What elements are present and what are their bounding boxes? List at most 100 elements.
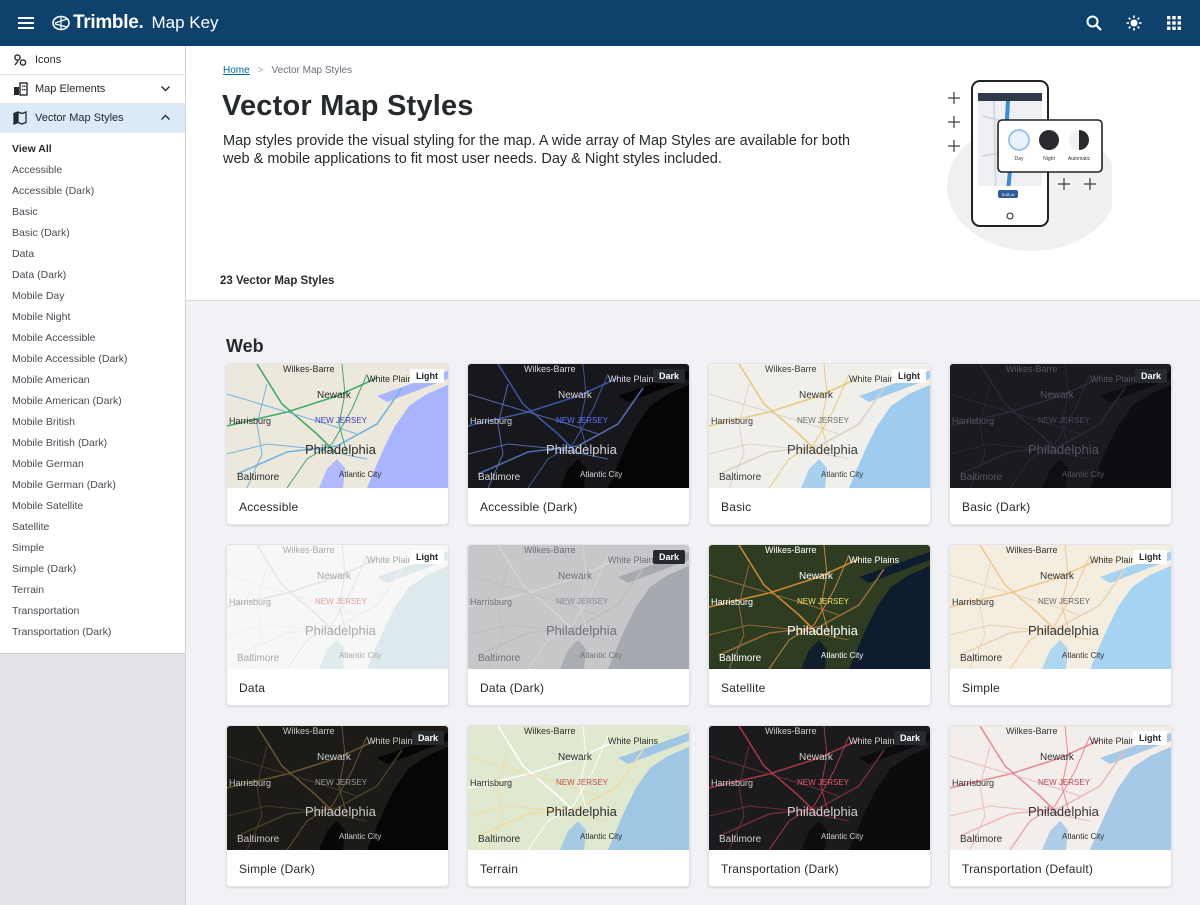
map-label: Atlantic City (339, 651, 382, 660)
sidebar-subitem[interactable]: Mobile Day (0, 286, 185, 307)
search-button[interactable] (1074, 0, 1114, 46)
sidebar-subitem[interactable]: Mobile German (0, 454, 185, 475)
map-label: Atlantic City (821, 651, 864, 660)
map-label: Newark (317, 752, 351, 763)
map-style-card-title: Data (Dark) (480, 681, 545, 695)
sidebar-item-vector-map-styles[interactable]: Vector Map Styles (0, 104, 185, 133)
trimble-logo: Trimble. (52, 12, 144, 34)
sidebar-subitem[interactable]: Accessible (0, 160, 185, 181)
map-label: Baltimore (960, 472, 1003, 483)
theme-toggle-button[interactable] (1114, 0, 1154, 46)
sidebar-subitem[interactable]: Mobile Accessible (Dark) (0, 349, 185, 370)
map-label: Newark (558, 571, 592, 582)
map-label: Wilkes-Barre (283, 726, 335, 736)
sidebar-subitem[interactable]: Mobile Night (0, 307, 185, 328)
map-style-card[interactable]: Wilkes-Barre White Plains Newark Harrisburg… (226, 544, 449, 706)
sidebar-subitem[interactable]: View All (0, 139, 185, 160)
map-style-card[interactable]: Wilkes-Barre White Plains Newark Harrisburg… (226, 363, 449, 525)
breadcrumb-separator: > (257, 65, 264, 76)
sidebar-panel: Icons Map Elements Vector Map Styles Vie… (0, 46, 185, 654)
map-label: Harrisburg (711, 778, 754, 788)
sidebar-item-map-elements[interactable]: Map Elements (0, 75, 185, 104)
sidebar-subitem[interactable]: Basic (0, 202, 185, 223)
map-label: Newark (317, 571, 351, 582)
sidebar-item-label: Map Elements (35, 83, 106, 95)
map-style-card-title: Basic (Dark) (962, 500, 1031, 514)
map-label: Atlantic City (821, 832, 864, 841)
map-label: White Plains (1090, 374, 1141, 384)
breadcrumb-home-link[interactable]: Home (223, 65, 250, 76)
map-style-card[interactable]: Wilkes-Barre White Plains Newark Harrisburg… (467, 544, 690, 706)
sidebar-subitem[interactable]: Transportation (Dark) (0, 622, 185, 643)
theme-badge: Dark (652, 369, 685, 383)
page-title: Vector Map Styles (222, 90, 474, 122)
sidebar-subitem[interactable]: Mobile British (0, 412, 185, 433)
map-style-card-title: Accessible (239, 500, 299, 514)
map-style-card-title: Accessible (Dark) (480, 500, 578, 514)
map-label: Atlantic City (580, 470, 623, 479)
sidebar-subitem[interactable]: Mobile Accessible (0, 328, 185, 349)
map-label: Newark (317, 390, 351, 401)
sidebar-subitem[interactable]: Satellite (0, 517, 185, 538)
map-label: Baltimore (719, 653, 762, 664)
map-label: Harrisburg (470, 778, 513, 788)
map-label: Newark (1040, 571, 1074, 582)
sidebar-subitem[interactable]: Accessible (Dark) (0, 181, 185, 202)
apps-grid-icon (1167, 16, 1181, 30)
illustration-day-label: Day (1015, 156, 1024, 162)
map-label: Philadelphia (787, 442, 858, 457)
map-style-card[interactable]: Wilkes-Barre White Plains Newark Harrisburg… (467, 725, 690, 887)
sidebar-item-icons[interactable]: Icons (0, 46, 185, 75)
map-label: Philadelphia (305, 623, 376, 638)
main-content: Home > Vector Map Styles Vector Map Styl… (186, 46, 1200, 905)
sidebar-subitem[interactable]: Mobile American (Dark) (0, 391, 185, 412)
sidebar-subitem[interactable]: Mobile German (Dark) (0, 475, 185, 496)
map-label: Newark (799, 390, 833, 401)
map-label: Wilkes-Barre (524, 364, 576, 374)
map-style-thumbnail: Wilkes-Barre White Plains Newark Harrisburg… (227, 726, 448, 850)
sidebar-subitem[interactable]: Transportation (0, 601, 185, 622)
map-label: Philadelphia (305, 804, 376, 819)
map-label: NEW JERSEY (556, 778, 609, 787)
sidebar-item-label: Icons (35, 54, 62, 66)
map-label: Baltimore (478, 653, 521, 664)
map-label: White Plains (849, 736, 900, 746)
map-label: Baltimore (237, 653, 280, 664)
map-style-card-title: Terrain (480, 862, 519, 876)
sidebar-subitem[interactable]: Mobile American (0, 370, 185, 391)
map-style-card[interactable]: Wilkes-Barre White Plains Newark Harrisburg… (708, 544, 931, 706)
sidebar-subitem[interactable]: Data (0, 244, 185, 265)
map-style-card[interactable]: Wilkes-Barre White Plains Newark Harrisburg… (708, 363, 931, 525)
map-style-card[interactable]: Wilkes-Barre White Plains Newark Harrisburg… (226, 725, 449, 887)
map-style-card[interactable]: Wilkes-Barre White Plains Newark Harrisburg… (708, 725, 931, 887)
map-style-card[interactable]: Wilkes-Barre White Plains Newark Harrisburg… (467, 363, 690, 525)
menu-button[interactable] (0, 0, 52, 46)
map-label: Atlantic City (821, 470, 864, 479)
map-label: Atlantic City (1062, 832, 1105, 841)
section-heading-web: Web (226, 336, 264, 356)
map-label: Baltimore (478, 472, 521, 483)
sidebar-subitem[interactable]: Simple (Dark) (0, 559, 185, 580)
map-style-thumbnail: Wilkes-Barre White Plains Newark Harrisburg… (468, 545, 689, 669)
sidebar-subitem[interactable]: Mobile Satellite (0, 496, 185, 517)
sidebar-subitem[interactable]: Data (Dark) (0, 265, 185, 286)
styles-count-label: 23 Vector Map Styles (220, 275, 335, 287)
map-label: Baltimore (237, 472, 280, 483)
app-name: Map Key (151, 13, 219, 32)
map-style-card[interactable]: Wilkes-Barre White Plains Newark Harrisburg… (949, 725, 1172, 887)
map-label: Wilkes-Barre (1006, 364, 1058, 374)
brand[interactable]: Trimble. Map Key (52, 12, 219, 34)
map-style-thumbnail: Wilkes-Barre White Plains Newark Harrisburg… (468, 364, 689, 488)
map-label: Philadelphia (787, 623, 858, 638)
apps-button[interactable] (1154, 0, 1194, 46)
map-label: NEW JERSEY (556, 597, 609, 606)
sidebar-subitem[interactable]: Terrain (0, 580, 185, 601)
map-style-card[interactable]: Wilkes-Barre White Plains Newark Harrisburg… (949, 544, 1172, 706)
map-label: Wilkes-Barre (524, 545, 576, 555)
map-style-card[interactable]: Wilkes-Barre White Plains Newark Harrisburg… (949, 363, 1172, 525)
map-label: Harrisburg (952, 778, 995, 788)
sidebar-subitem[interactable]: Simple (0, 538, 185, 559)
sidebar-subitem[interactable]: Basic (Dark) (0, 223, 185, 244)
map-label: Harrisburg (711, 416, 754, 426)
sidebar-subitem[interactable]: Mobile British (Dark) (0, 433, 185, 454)
